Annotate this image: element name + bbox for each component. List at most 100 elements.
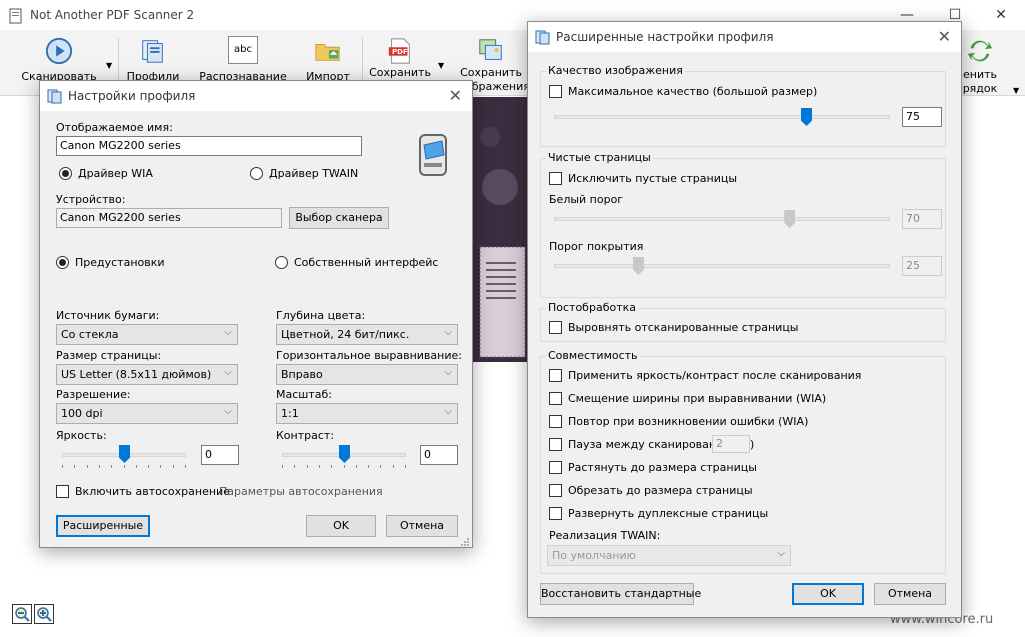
autosave-checkbox[interactable] (56, 485, 69, 498)
slider-tick (331, 465, 333, 468)
resize-grip-icon[interactable] (460, 537, 470, 547)
native-ui-radio[interactable] (275, 256, 288, 269)
reorder-arrows-icon (967, 40, 993, 62)
slider-tick (368, 465, 370, 468)
page-size-label: Размер страницы: (56, 349, 162, 362)
h-align-select[interactable]: Вправо ⌵ (276, 364, 458, 385)
reorder-label-1: енить (963, 68, 997, 81)
slider-tick (123, 465, 125, 468)
paper-source-select[interactable]: Со стекла ⌵ (56, 324, 238, 345)
slider-tick (294, 465, 296, 468)
close-button[interactable]: ✕ (978, 0, 1024, 30)
paper-source-label: Источник бумаги: (56, 309, 160, 322)
compat-checkbox[interactable] (549, 461, 562, 474)
advanced-button[interactable]: Расширенные (56, 515, 150, 537)
compat-checkbox[interactable] (549, 415, 562, 428)
brightness-input[interactable]: 0 (201, 445, 239, 465)
scan-dropdown-icon[interactable]: ▼ (106, 58, 112, 71)
chevron-down-icon: ⌵ (777, 548, 785, 559)
app-icon (9, 8, 22, 24)
driver-wia-radio[interactable] (59, 167, 72, 180)
advanced-ok-button[interactable]: OK (792, 583, 864, 605)
toolbar-overflow-icon[interactable]: ▼ (1013, 86, 1019, 95)
compat-option-label: Обрезать до размера страницы (568, 484, 753, 497)
pdf-badge: PDF (392, 48, 408, 56)
slider-tick (282, 465, 283, 468)
slider-tick (148, 465, 150, 468)
presets-label: Предустановки (75, 256, 165, 269)
coverage-threshold-input: 25 (902, 256, 942, 276)
save-dropdown-icon[interactable]: ▼ (438, 58, 444, 71)
contrast-input[interactable]: 0 (420, 445, 458, 465)
brightness-label: Яркость: (56, 429, 107, 442)
brightness-slider-thumb[interactable] (119, 445, 130, 463)
advanced-dialog-titlebar: Расширенные настройки профиля ✕ (528, 22, 961, 52)
compat-option-label: Развернуть дуплексные страницы (568, 507, 769, 520)
exclude-blank-checkbox[interactable] (549, 172, 562, 185)
save-images-label-2: ображения (465, 80, 527, 92)
pause-checkbox[interactable] (549, 438, 562, 451)
advanced-cancel-button[interactable]: Отмена (874, 583, 946, 605)
pause-suffix: ) (750, 438, 755, 451)
choose-scanner-button[interactable]: Выбор сканера (289, 207, 389, 229)
autosave-label: Включить автосохранение (75, 485, 230, 498)
exclude-blank-label: Исключить пустые страницы (568, 172, 738, 185)
image-quality-group (540, 71, 946, 147)
slider-tick (318, 465, 320, 468)
slider-tick (135, 465, 137, 468)
h-align-label: Горизонтальное выравнивание: (276, 349, 462, 362)
slider-tick (111, 465, 113, 468)
max-quality-label: Максимальное качество (большой размер) (568, 85, 818, 98)
max-quality-checkbox[interactable] (549, 85, 562, 98)
chevron-down-icon: ⌵ (444, 327, 452, 338)
display-name-input[interactable]: Canon MG2200 series (56, 136, 362, 156)
scanned-page-thumbnail[interactable] (470, 97, 530, 362)
reorder-button[interactable]: енить рядок (955, 36, 1005, 95)
quality-slider[interactable] (554, 115, 890, 119)
cancel-button[interactable]: Отмена (386, 515, 458, 537)
zoom-out-icon (15, 607, 30, 622)
deskew-checkbox[interactable] (549, 321, 562, 334)
white-threshold-slider (554, 217, 890, 221)
deskew-label: Выровнять отсканированные страницы (568, 321, 799, 334)
compat-option-label: Растянуть до размера страницы (568, 461, 757, 474)
zoom-in-button[interactable] (34, 604, 54, 624)
slider-tick (86, 465, 88, 468)
native-ui-label: Собственный интерфейс (294, 256, 439, 269)
compat-option-label: Смещение ширины при выравнивании (WIA) (568, 392, 827, 405)
zoom-out-button[interactable] (12, 604, 32, 624)
profiles-icon (142, 40, 163, 63)
profile-dialog-close-button[interactable]: ✕ (449, 86, 462, 105)
restore-defaults-button[interactable]: Восстановить стандартные (540, 583, 701, 605)
resolution-select[interactable]: 100 dpi ⌵ (56, 403, 238, 424)
quality-input[interactable]: 75 (902, 107, 942, 127)
compat-checkbox[interactable] (549, 484, 562, 497)
driver-twain-radio[interactable] (250, 167, 263, 180)
advanced-dialog-close-button[interactable]: ✕ (938, 27, 951, 46)
chevron-down-icon: ⌵ (224, 327, 232, 338)
profile-settings-dialog: Настройки профиля ✕ Отображаемое имя: Ca… (39, 80, 473, 548)
color-depth-label: Глубина цвета: (276, 309, 366, 322)
compatibility-group-label: Совместимость (546, 349, 640, 362)
chevron-down-icon: ⌵ (444, 406, 452, 417)
coverage-threshold-slider (554, 264, 890, 268)
autosave-settings-link[interactable]: Параметры автосохранения (219, 485, 383, 498)
ocr-icon: abc (228, 36, 258, 64)
folder-icon (315, 44, 340, 61)
compat-checkbox[interactable] (549, 369, 562, 382)
window-title: Not Another PDF Scanner 2 (30, 8, 195, 22)
compat-checkbox[interactable] (549, 392, 562, 405)
page-size-select[interactable]: US Letter (8.5x11 дюймов) ⌵ (56, 364, 238, 385)
device-field: Canon MG2200 series (56, 208, 282, 228)
scale-label: Масштаб: (276, 388, 332, 401)
compat-checkbox[interactable] (549, 507, 562, 520)
slider-tick (185, 465, 186, 468)
slider-tick (343, 465, 345, 468)
contrast-slider-thumb[interactable] (339, 445, 350, 463)
ok-button[interactable]: OK (306, 515, 376, 537)
page-size-value: US Letter (8.5x11 дюймов) (61, 368, 212, 381)
display-name-label: Отображаемое имя: (56, 121, 173, 134)
scale-select[interactable]: 1:1 ⌵ (276, 403, 458, 424)
presets-radio[interactable] (56, 256, 69, 269)
color-depth-select[interactable]: Цветной, 24 бит/пикс. ⌵ (276, 324, 458, 345)
